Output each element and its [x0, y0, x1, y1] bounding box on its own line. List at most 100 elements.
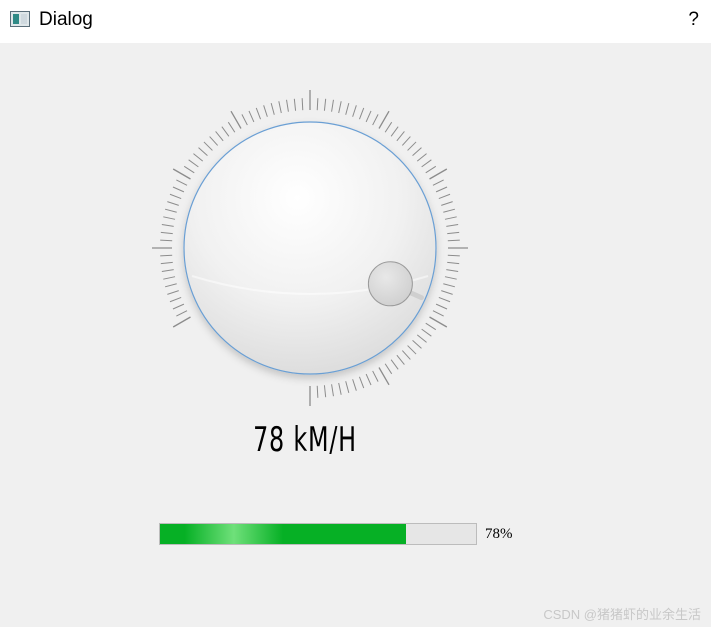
dial-tick: [384, 363, 393, 375]
dial-tick: [176, 310, 188, 317]
dial-tick: [435, 186, 448, 193]
dial-tick: [358, 107, 365, 120]
watermark: CSDN @猪猪虾的业余生活: [543, 607, 701, 622]
dial-tick: [378, 367, 390, 386]
dial-tick: [438, 296, 451, 303]
dial-tick: [278, 101, 282, 114]
progress-bar: [159, 523, 477, 545]
dial-tick: [167, 290, 179, 295]
dial-tick: [416, 153, 427, 162]
dial-tick: [323, 98, 327, 111]
dial-tick: [331, 384, 334, 397]
dial-tick: [345, 381, 350, 394]
dial-tick: [203, 141, 213, 151]
dial-tick: [209, 136, 219, 146]
dial-tick: [248, 110, 255, 123]
dial-tick: [412, 147, 422, 157]
dial-tick: [263, 105, 268, 117]
dial-tick: [421, 328, 432, 337]
dial-tick: [435, 303, 448, 310]
dial-tick: [198, 147, 208, 157]
dial-tick: [441, 201, 453, 206]
dial-tick: [447, 261, 460, 265]
dial-tick: [429, 168, 448, 180]
dial-tick: [372, 114, 379, 126]
dial-tick: [447, 239, 460, 242]
dial-tick: [365, 373, 372, 386]
dial-tick: [407, 345, 417, 355]
dial-tick: [401, 350, 411, 360]
speed-dial[interactable]: [140, 80, 480, 410]
dial-tick: [352, 379, 357, 391]
dial-svg[interactable]: [140, 80, 480, 410]
dial-tick: [331, 99, 334, 112]
dial-tick: [412, 339, 422, 349]
dial-tick: [443, 208, 456, 213]
progress-percent: 78%: [485, 526, 513, 542]
dial-tick: [164, 208, 177, 213]
help-button[interactable]: ?: [688, 9, 699, 31]
window-app-icon: [10, 11, 30, 27]
dial-tick: [293, 98, 297, 111]
dial-tick: [416, 334, 427, 343]
dial-tick: [345, 102, 350, 115]
dial-tick: [447, 231, 460, 235]
dial-tick: [372, 370, 379, 382]
dial-tick: [443, 283, 456, 288]
dial-tick: [338, 101, 342, 114]
dial-tick: [358, 376, 365, 389]
dial-tick: [401, 136, 411, 146]
dial-tick: [425, 322, 437, 331]
dial-tick: [338, 382, 342, 395]
dial-tick: [438, 193, 451, 200]
dial-tick: [164, 283, 177, 288]
dial-tick: [316, 98, 319, 111]
dial-tick: [176, 179, 188, 186]
dial-tick: [384, 121, 393, 133]
dial-tick: [167, 201, 179, 206]
dial-tick: [444, 276, 457, 280]
dial-tick: [221, 126, 230, 137]
dial-tick: [365, 110, 372, 123]
dial-tick: [390, 359, 399, 370]
dial-tick: [390, 126, 399, 137]
dial-tick: [425, 165, 437, 174]
dial-tick: [378, 110, 390, 129]
dial-knob[interactable]: [183, 121, 437, 375]
window-title: Dialog: [39, 9, 93, 30]
dial-tick: [432, 310, 444, 317]
dial-tick: [160, 261, 173, 265]
dial-tick: [230, 110, 242, 129]
dial-tick: [286, 99, 289, 112]
dial-tick: [270, 102, 275, 115]
dial-tick: [352, 105, 357, 117]
dial-tick: [446, 269, 459, 272]
dial-handle[interactable]: [367, 261, 413, 307]
dial-tick: [163, 276, 176, 280]
dial-tick: [227, 121, 236, 133]
dial-tick: [169, 296, 182, 303]
dial-tick: [301, 98, 304, 111]
dial-tick: [172, 316, 191, 328]
dial-tick: [163, 216, 176, 220]
dial-tick: [172, 168, 191, 180]
dial-tick: [160, 239, 173, 242]
dial-tick: [407, 141, 417, 151]
dial-tick: [323, 385, 327, 398]
dial-tick: [172, 186, 185, 193]
dial-tick: [447, 254, 460, 257]
dial-tick: [446, 224, 459, 227]
dial-tick: [316, 385, 319, 398]
dial-tick: [169, 193, 182, 200]
dial-tick: [396, 354, 405, 365]
dial-tick: [432, 179, 444, 186]
dial-tick: [255, 107, 262, 120]
dial-tick: [441, 290, 453, 295]
dial-tick: [429, 316, 448, 328]
dial-tick: [161, 224, 174, 227]
title-bar: Dialog ?: [0, 0, 711, 43]
dial-tick: [160, 231, 173, 235]
dial-tick: [160, 254, 173, 257]
dial-tick: [396, 131, 405, 142]
dial-tick: [161, 269, 174, 272]
